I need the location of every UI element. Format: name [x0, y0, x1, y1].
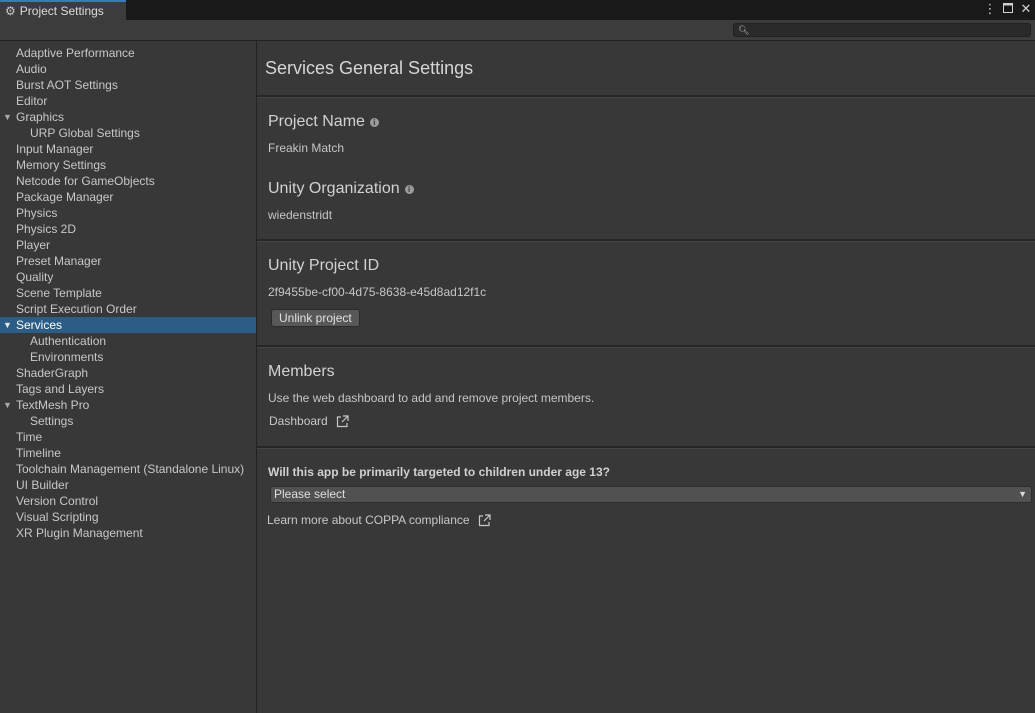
search-box[interactable]: 🔍︎: [733, 23, 1031, 37]
sidebar-item-scene-template[interactable]: Scene Template: [0, 285, 256, 301]
sidebar-item-audio[interactable]: Audio: [0, 61, 256, 77]
project-name-value: Freakin Match: [268, 141, 345, 155]
divider: [257, 446, 1035, 449]
sidebar-item-physics[interactable]: Physics: [0, 205, 256, 221]
sidebar-item-textmesh-settings[interactable]: Settings: [0, 413, 256, 429]
coppa-dropdown[interactable]: Please select ▼: [270, 486, 1032, 503]
sidebar-item-version-control[interactable]: Version Control: [0, 493, 256, 509]
sidebar-item-graphics[interactable]: ▼ Graphics: [0, 109, 256, 125]
external-link-icon: [336, 414, 349, 427]
sidebar-item-preset-manager[interactable]: Preset Manager: [0, 253, 256, 269]
settings-sidebar: Adaptive Performance Audio Burst AOT Set…: [0, 41, 257, 713]
sidebar-item-xr-plugin-management[interactable]: XR Plugin Management: [0, 525, 256, 541]
coppa-dropdown-value: Please select: [274, 487, 346, 501]
project-id-heading: Unity Project ID: [268, 257, 380, 274]
sidebar-item-urp-global-settings[interactable]: URP Global Settings: [0, 125, 256, 141]
divider: [257, 239, 1035, 242]
dashboard-link[interactable]: Dashboard: [269, 414, 349, 428]
sidebar-item-package-manager[interactable]: Package Manager: [0, 189, 256, 205]
gear-icon: ⚙: [5, 4, 16, 18]
unlink-project-button[interactable]: Unlink project: [271, 309, 360, 327]
settings-content: Services General Settings Project Name i…: [257, 41, 1035, 713]
sidebar-item-timeline[interactable]: Timeline: [0, 445, 256, 461]
tab-title: Project Settings: [19, 4, 104, 18]
expand-arrow-icon[interactable]: ▼: [3, 397, 12, 413]
organization-value: wiedenstridt: [268, 208, 333, 222]
sidebar-item-netcode[interactable]: Netcode for GameObjects: [0, 173, 256, 189]
toolbar: 🔍︎: [0, 20, 1035, 41]
sidebar-item-input-manager[interactable]: Input Manager: [0, 141, 256, 157]
sidebar-item-time[interactable]: Time: [0, 429, 256, 445]
sidebar-item-player[interactable]: Player: [0, 237, 256, 253]
search-input[interactable]: [750, 24, 1026, 36]
sidebar-item-burst-aot-settings[interactable]: Burst AOT Settings: [0, 77, 256, 93]
window-tab-bar: ⚙ Project Settings ⋮ ✕: [0, 0, 1035, 20]
members-heading: Members: [268, 363, 335, 380]
sidebar-item-physics-2d[interactable]: Physics 2D: [0, 221, 256, 237]
sidebar-item-quality[interactable]: Quality: [0, 269, 256, 285]
sidebar-item-ui-builder[interactable]: UI Builder: [0, 477, 256, 493]
divider: [257, 345, 1035, 348]
tab-project-settings[interactable]: ⚙ Project Settings: [0, 0, 126, 20]
sidebar-item-visual-scripting[interactable]: Visual Scripting: [0, 509, 256, 525]
page-title: Services General Settings: [265, 58, 474, 78]
sidebar-item-editor[interactable]: Editor: [0, 93, 256, 109]
divider: [257, 95, 1035, 98]
sidebar-item-shadergraph[interactable]: ShaderGraph: [0, 365, 256, 381]
info-icon[interactable]: i: [404, 184, 414, 194]
info-icon[interactable]: i: [369, 117, 379, 127]
sidebar-item-adaptive-performance[interactable]: Adaptive Performance: [0, 45, 256, 61]
kebab-menu-icon[interactable]: ⋮: [983, 1, 997, 17]
expand-arrow-icon[interactable]: ▼: [3, 109, 12, 125]
project-name-heading: Project Name i: [268, 113, 379, 131]
coppa-question: Will this app be primarily targeted to c…: [268, 465, 610, 479]
sidebar-item-authentication[interactable]: Authentication: [0, 333, 256, 349]
project-id-value: 2f9455be-cf00-4d75-8638-e45d8ad12f1c: [268, 285, 487, 299]
sidebar-item-textmesh-pro[interactable]: ▼ TextMesh Pro: [0, 397, 256, 413]
search-icon: 🔍︎: [738, 25, 750, 35]
members-description: Use the web dashboard to add and remove …: [268, 391, 595, 405]
close-icon[interactable]: ✕: [1019, 1, 1033, 17]
sidebar-item-script-execution-order[interactable]: Script Execution Order: [0, 301, 256, 317]
sidebar-item-memory-settings[interactable]: Memory Settings: [0, 157, 256, 173]
sidebar-item-toolchain-management[interactable]: Toolchain Management (Standalone Linux): [0, 461, 256, 477]
chevron-down-icon: ▼: [1018, 489, 1027, 499]
settings-tree: Adaptive Performance Audio Burst AOT Set…: [0, 45, 256, 541]
organization-heading: Unity Organization i: [268, 180, 414, 198]
coppa-learn-more-link[interactable]: Learn more about COPPA compliance: [267, 513, 491, 527]
external-link-icon: [478, 513, 491, 526]
sidebar-item-services[interactable]: ▼ Services: [0, 317, 256, 333]
sidebar-item-environments[interactable]: Environments: [0, 349, 256, 365]
expand-arrow-icon[interactable]: ▼: [3, 317, 12, 333]
maximize-icon[interactable]: [1001, 1, 1015, 17]
sidebar-item-tags-and-layers[interactable]: Tags and Layers: [0, 381, 256, 397]
